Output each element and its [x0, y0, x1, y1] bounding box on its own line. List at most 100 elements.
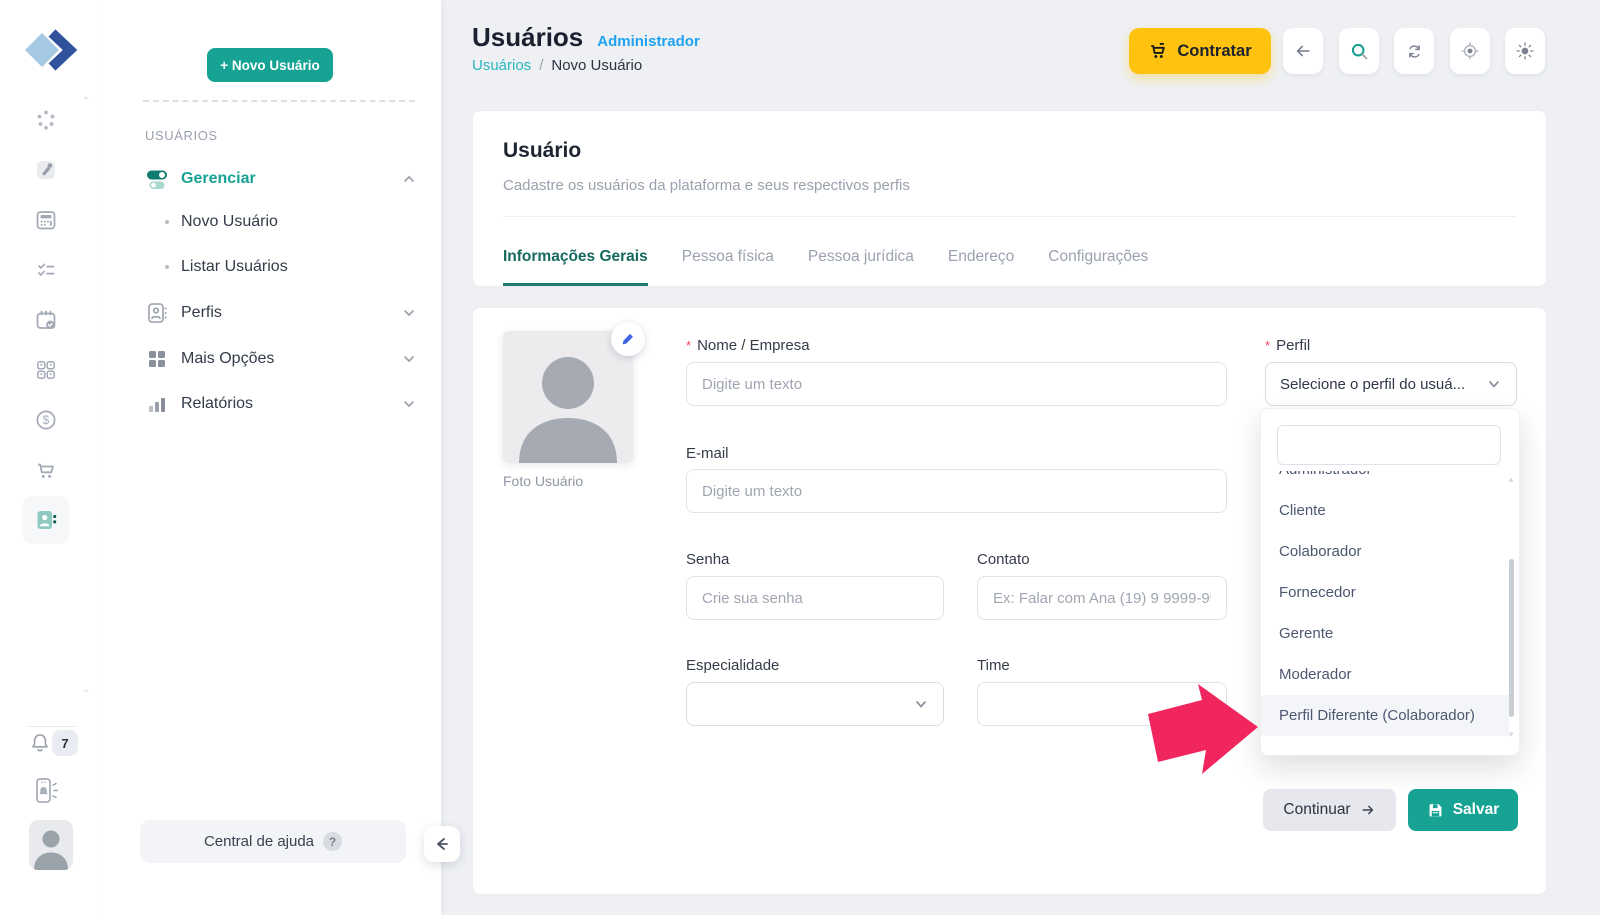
- chevron-down-icon: [401, 351, 417, 367]
- bullet-icon: [165, 265, 169, 269]
- sidebar-item-relatorios[interactable]: Relatórios: [145, 387, 417, 421]
- dashboard-dots-icon[interactable]: [34, 108, 58, 132]
- target-icon: [1460, 41, 1480, 61]
- target-button[interactable]: [1450, 28, 1490, 74]
- contract-button-label: Contratar: [1177, 42, 1251, 61]
- sidebar-item-perfis[interactable]: Perfis: [145, 296, 417, 330]
- sidebar-item-label: Perfis: [181, 304, 222, 322]
- design-pen-icon[interactable]: [34, 158, 58, 182]
- rail-divider: [28, 726, 76, 727]
- svg-text:$: $: [43, 415, 50, 427]
- refresh-button[interactable]: [1394, 28, 1434, 74]
- sidebar-item-novo-usuario[interactable]: Novo Usuário: [165, 207, 278, 237]
- pencil-icon: [620, 331, 636, 347]
- sidebar-item-gerenciar[interactable]: Gerenciar: [145, 162, 417, 196]
- dropdown-option-moderador[interactable]: Moderador: [1261, 654, 1509, 695]
- help-center-label: Central de ajuda: [204, 833, 314, 850]
- password-input[interactable]: [686, 576, 944, 620]
- calendar-check-icon[interactable]: [34, 308, 58, 332]
- floppy-disk-icon: [1427, 802, 1444, 819]
- continue-button[interactable]: Continuar: [1263, 789, 1396, 831]
- sidebar: + Novo Usuário USUÁRIOS Gerenciar Novo U…: [103, 0, 442, 915]
- specialty-select[interactable]: [686, 682, 944, 726]
- profile-select-value: Selecione o perfil do usuá...: [1280, 376, 1465, 393]
- tab-endereco[interactable]: Endereço: [948, 248, 1014, 286]
- toggle-icon: [145, 167, 169, 191]
- card-divider: [503, 216, 1516, 217]
- contact-label: Contato: [977, 551, 1030, 568]
- chevron-up-icon: [401, 171, 417, 187]
- sidebar-section-title: USUÁRIOS: [145, 128, 218, 143]
- grid-icon: [145, 347, 169, 371]
- tab-configuracoes[interactable]: Configurações: [1048, 248, 1148, 286]
- contact-input[interactable]: [977, 576, 1227, 620]
- dropdown-search-input[interactable]: [1277, 425, 1501, 465]
- profile-select[interactable]: Selecione o perfil do usuá...: [1265, 362, 1517, 406]
- dropdown-option-perfil-diferente[interactable]: Perfil Diferente (Colaborador): [1261, 695, 1509, 736]
- tab-pessoa-juridica[interactable]: Pessoa jurídica: [808, 248, 914, 286]
- user-avatar[interactable]: [29, 820, 73, 870]
- back-button[interactable]: [1283, 28, 1323, 74]
- user-photo-placeholder[interactable]: [503, 331, 633, 463]
- dropdown-scrollbar[interactable]: [1509, 559, 1514, 717]
- team-label: Time: [977, 657, 1010, 674]
- app-logo[interactable]: [22, 25, 80, 75]
- sidebar-collapse-button[interactable]: [424, 826, 460, 862]
- specialty-label: Especialidade: [686, 657, 779, 674]
- dropdown-option-cliente[interactable]: Cliente: [1261, 490, 1509, 531]
- scroll-up-icon: ▲: [1507, 475, 1515, 484]
- breadcrumb-separator: /: [539, 57, 543, 74]
- save-button[interactable]: Salvar: [1408, 789, 1518, 831]
- notification-count-badge[interactable]: 7: [52, 730, 78, 756]
- password-label: Senha: [686, 551, 729, 568]
- required-marker: *: [686, 338, 691, 353]
- save-button-label: Salvar: [1453, 801, 1500, 819]
- contacts-icon[interactable]: [34, 508, 58, 532]
- breadcrumb-current: Novo Usuário: [551, 57, 642, 74]
- calculator-icon[interactable]: [34, 208, 58, 232]
- person-silhouette-icon: [503, 331, 633, 463]
- rail-scroll-up-icon: ⌃: [82, 96, 90, 107]
- sidebar-item-mais-opcoes[interactable]: Mais Opções: [145, 342, 417, 376]
- chevron-down-icon: [913, 696, 929, 712]
- users-grid-icon[interactable]: [34, 358, 58, 382]
- edit-photo-button[interactable]: [611, 322, 645, 356]
- theme-toggle-button[interactable]: [1505, 28, 1545, 74]
- new-user-button[interactable]: + Novo Usuário: [207, 48, 333, 82]
- dropdown-option-administrador[interactable]: Administrador: [1261, 471, 1509, 490]
- breadcrumb: Usuários / Novo Usuário: [472, 57, 642, 74]
- dollar-icon[interactable]: $: [34, 408, 58, 432]
- push-notification-icon[interactable]: [33, 776, 61, 808]
- tab-informacoes-gerais[interactable]: Informações Gerais: [503, 248, 648, 286]
- breadcrumb-root-link[interactable]: Usuários: [472, 57, 531, 74]
- dropdown-option-fornecedor[interactable]: Fornecedor: [1261, 572, 1509, 613]
- name-input[interactable]: [686, 362, 1227, 406]
- page-title: Usuários: [472, 22, 583, 53]
- sun-icon: [1515, 41, 1535, 61]
- search-button[interactable]: [1339, 28, 1379, 74]
- email-label: E-mail: [686, 445, 729, 462]
- chevron-down-icon: [401, 305, 417, 321]
- scroll-down-icon: ▼: [1507, 730, 1515, 739]
- dropdown-option-gerente[interactable]: Gerente: [1261, 613, 1509, 654]
- email-input[interactable]: [686, 469, 1227, 513]
- sidebar-item-label: Relatórios: [181, 395, 253, 413]
- bell-icon[interactable]: [28, 731, 52, 755]
- help-center-button[interactable]: Central de ajuda ?: [140, 820, 406, 863]
- continue-button-label: Continuar: [1283, 801, 1350, 819]
- sidebar-item-label: Listar Usuários: [181, 258, 288, 276]
- card-title: Usuário: [503, 139, 581, 163]
- dropdown-option-colaborador[interactable]: Colaborador: [1261, 531, 1509, 572]
- cart-icon[interactable]: [34, 458, 58, 482]
- required-marker: *: [1265, 338, 1270, 353]
- user-section-card: Usuário Cadastre os usuários da platafor…: [472, 110, 1547, 287]
- checklist-icon[interactable]: [34, 258, 58, 282]
- tab-pessoa-fisica[interactable]: Pessoa física: [682, 248, 774, 286]
- search-icon: [1349, 41, 1370, 62]
- team-input[interactable]: [977, 682, 1227, 726]
- page-header: Usuários Administrador: [472, 22, 700, 53]
- contract-button[interactable]: Contratar: [1129, 28, 1271, 74]
- bar-chart-icon: [145, 392, 169, 416]
- arrow-left-icon: [433, 835, 451, 853]
- sidebar-item-listar-usuarios[interactable]: Listar Usuários: [165, 252, 288, 282]
